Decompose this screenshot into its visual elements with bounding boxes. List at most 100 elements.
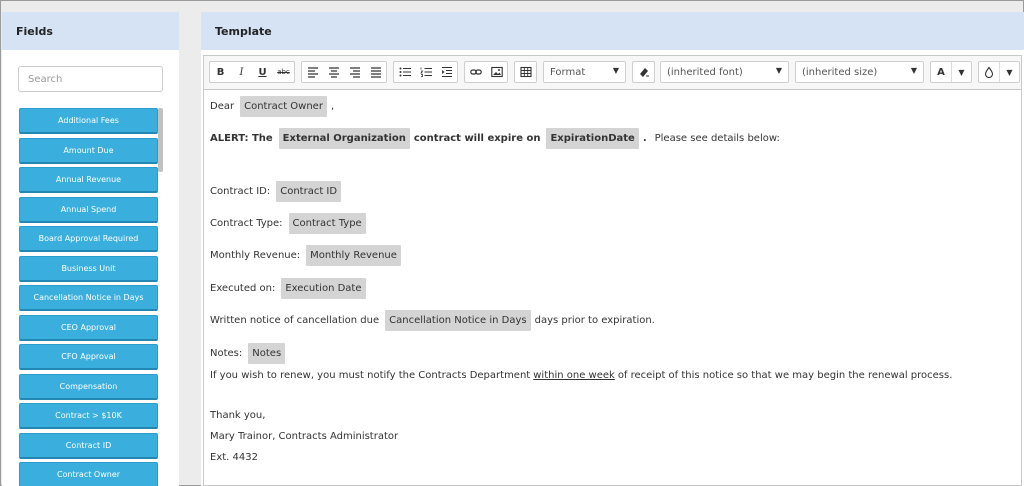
bulleted-list-button[interactable] [394, 62, 415, 82]
font-family-dropdown[interactable]: (inherited font) ▼ [660, 61, 789, 83]
editor-toolbar: B I U abc Format ▼ (inherited font) ▼ (i… [204, 56, 1021, 90]
chevron-down-icon: ▼ [612, 66, 619, 75]
template-panel: Template B I U abc Format ▼ (inherited f… [201, 12, 1024, 486]
list-group [393, 61, 458, 83]
image-icon [490, 66, 503, 78]
font-color-group: A ▼ [930, 61, 972, 83]
field-button[interactable]: Annual Spend [19, 196, 158, 223]
notice-line: Written notice of cancellation due Cance… [210, 310, 655, 331]
table-button[interactable] [515, 62, 536, 82]
signature-text: Mary Trainor, Contracts Administrator [210, 431, 399, 442]
template-panel-header: Template [201, 12, 1024, 50]
field-button[interactable]: Annual Revenue [19, 167, 158, 193]
contract-id-label: Contract ID: [210, 186, 271, 197]
search-placeholder: Search [28, 73, 63, 85]
thanks-text: Thank you, [210, 410, 266, 421]
text-style-group: B I U abc [209, 61, 295, 83]
extension-line: Ext. 4432 [210, 452, 258, 463]
numbered-list-icon [419, 67, 432, 77]
link-button[interactable] [465, 62, 486, 82]
contract-type-line: Contract Type: Contract Type [210, 213, 370, 234]
fields-panel-title: Fields [16, 24, 53, 38]
font-size-dropdown[interactable]: (inherited size) ▼ [795, 61, 924, 83]
field-list: Additional Fees Amount Due Annual Revenue A… [19, 108, 158, 486]
monthly-revenue-label: Monthly Revenue: [210, 250, 301, 261]
renew-prefix: If you wish to renew, you must notify th… [210, 370, 531, 381]
field-button[interactable]: Contract Owner [19, 462, 158, 486]
alert-line: ALERT: The External Organization contrac… [210, 128, 780, 149]
merge-field-tag[interactable]: External Organization [278, 128, 410, 149]
search-input[interactable]: Search [18, 66, 163, 92]
chevron-down-icon: ▼ [775, 66, 782, 75]
align-center-button[interactable] [323, 62, 344, 82]
align-left-icon [307, 67, 318, 78]
strikethrough-button[interactable]: abc [273, 62, 294, 82]
field-button[interactable]: Board Approval Required [19, 226, 158, 252]
alert-middle: contract will expire on [413, 133, 541, 144]
highlight-button[interactable] [979, 62, 999, 82]
field-button[interactable]: CFO Approval [19, 344, 158, 370]
merge-field-tag[interactable]: Execution Date [281, 278, 366, 299]
font-color-button[interactable]: A [931, 62, 951, 82]
field-button[interactable]: Compensation [19, 373, 158, 400]
field-button[interactable]: Business Unit [19, 255, 158, 282]
salutation-line: Dear Contract Owner , [210, 96, 334, 117]
merge-field-tag[interactable]: Contract ID [276, 181, 342, 202]
salutation-text: Dear [210, 101, 235, 112]
template-editor[interactable]: B I U abc Format ▼ (inherited font) ▼ (i… [203, 55, 1022, 486]
italic-button[interactable]: I [231, 62, 252, 82]
template-panel-title: Template [215, 24, 272, 38]
field-button[interactable]: Amount Due [19, 137, 158, 164]
indent-button[interactable] [436, 62, 457, 82]
table-icon [519, 66, 532, 78]
bold-label: B [216, 66, 225, 78]
merge-field-tag[interactable]: Monthly Revenue [306, 245, 401, 266]
underline-label: U [258, 66, 267, 78]
field-button[interactable]: Contract ID [19, 432, 158, 459]
alignment-group [301, 61, 387, 83]
salutation-comma: , [330, 101, 335, 112]
font-color-dropdown[interactable]: ▼ [950, 62, 971, 82]
clear-format-icon [639, 68, 649, 77]
merge-field-tag[interactable]: Cancellation Notice in Days [385, 310, 531, 331]
bulleted-list-icon [399, 67, 411, 77]
link-icon [469, 69, 482, 75]
font-family-label: (inherited font) [667, 66, 743, 78]
format-dropdown[interactable]: Format ▼ [543, 61, 626, 83]
align-justify-button[interactable] [365, 62, 386, 82]
font-size-label: (inherited size) [802, 66, 878, 78]
clear-format-button[interactable] [633, 62, 654, 82]
notes-label: Notes: [210, 348, 243, 359]
merge-field-tag[interactable]: Notes [248, 343, 286, 364]
merge-field-tag[interactable]: Contract Owner [240, 96, 327, 117]
align-center-icon [328, 67, 339, 78]
chevron-down-icon: ▼ [910, 66, 917, 75]
highlight-icon [984, 66, 994, 78]
fields-panel-header: Fields [2, 12, 179, 50]
align-left-button[interactable] [302, 62, 323, 82]
field-button[interactable]: Cancellation Notice in Days [19, 285, 158, 311]
field-list-scrollbar[interactable] [158, 108, 163, 172]
underline-button[interactable]: U [252, 62, 273, 82]
table-group [514, 61, 537, 83]
format-dropdown-label: Format [550, 66, 586, 78]
contract-id-line: Contract ID: Contract ID [210, 181, 345, 202]
bold-button[interactable]: B [210, 62, 231, 82]
align-right-button[interactable] [344, 62, 365, 82]
field-button[interactable]: Contract > $10K [19, 403, 158, 429]
highlight-dropdown[interactable]: ▼ [998, 62, 1019, 82]
merge-field-tag[interactable]: ExpirationDate [546, 128, 639, 149]
app-frame: Fields Search Additional Fees Amount Due A… [0, 0, 1024, 486]
strikethrough-label: abc [277, 68, 290, 76]
merge-field-tag[interactable]: Contract Type [288, 213, 366, 234]
signature-line: Mary Trainor, Contracts Administrator [210, 431, 398, 442]
field-button[interactable]: CEO Approval [19, 314, 158, 341]
executed-label: Executed on: [210, 283, 276, 294]
alert-suffix: Please see details below: [654, 133, 780, 144]
image-button[interactable] [486, 62, 507, 82]
field-button[interactable]: Additional Fees [19, 108, 158, 134]
notice-suffix: days prior to expiration. [534, 315, 655, 326]
clear-format-group [632, 61, 655, 83]
numbered-list-button[interactable] [415, 62, 436, 82]
renew-underlined: within one week [533, 370, 615, 381]
